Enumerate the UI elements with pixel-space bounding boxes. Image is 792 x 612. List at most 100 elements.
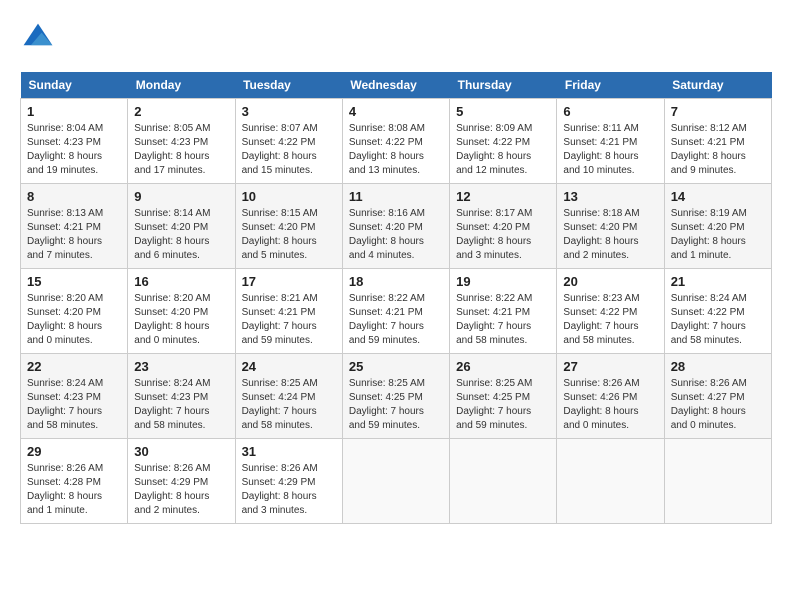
day-number: 31 [242, 444, 336, 459]
calendar-cell: 29Sunrise: 8:26 AMSunset: 4:28 PMDayligh… [21, 439, 128, 524]
calendar-cell: 28 Sunrise: 8:26 AMSunset: 4:27 PMDayligh… [664, 354, 771, 439]
header-thursday: Thursday [450, 72, 557, 99]
day-number: 18 [349, 274, 443, 289]
day-number: 30 [134, 444, 228, 459]
day-info: Sunrise: 8:26 AMSunset: 4:28 PMDaylight:… [27, 462, 121, 518]
calendar-week-4: 22 Sunrise: 8:24 AMSunset: 4:23 PMDayligh… [21, 354, 772, 439]
calendar-cell: 12 Sunrise: 8:17 AMSunset: 4:20 PMDayligh… [450, 184, 557, 269]
calendar-cell: 10 Sunrise: 8:15 AMSunset: 4:20 PMDayligh… [235, 184, 342, 269]
header-friday: Friday [557, 72, 664, 99]
day-info: Sunrise: 8:16 AMSunset: 4:20 PMDaylight:… [349, 207, 443, 263]
day-number: 8 [27, 189, 121, 204]
calendar-cell [342, 439, 449, 524]
calendar-week-2: 8 Sunrise: 8:13 AMSunset: 4:21 PMDaylight… [21, 184, 772, 269]
calendar-cell [450, 439, 557, 524]
calendar-cell: 7 Sunrise: 8:12 AMSunset: 4:21 PMDaylight… [664, 99, 771, 184]
calendar-cell: 26 Sunrise: 8:25 AMSunset: 4:25 PMDayligh… [450, 354, 557, 439]
day-info: Sunrise: 8:20 AMSunset: 4:20 PMDaylight:… [27, 292, 121, 348]
day-info: Sunrise: 8:19 AMSunset: 4:20 PMDaylight:… [671, 207, 765, 263]
calendar-cell: 23Sunrise: 8:24 AMSunset: 4:23 PMDayligh… [128, 354, 235, 439]
day-number: 25 [349, 359, 443, 374]
header-monday: Monday [128, 72, 235, 99]
day-info: Sunrise: 8:15 AMSunset: 4:20 PMDaylight:… [242, 207, 336, 263]
day-info: Sunrise: 8:04 AMSunset: 4:23 PMDaylight:… [27, 122, 121, 178]
day-info: Sunrise: 8:26 AMSunset: 4:26 PMDaylight:… [563, 377, 657, 433]
day-number: 7 [671, 104, 765, 119]
day-info: Sunrise: 8:08 AMSunset: 4:22 PMDaylight:… [349, 122, 443, 178]
day-number: 15 [27, 274, 121, 289]
calendar-body: 1 Sunrise: 8:04 AMSunset: 4:23 PMDaylight… [21, 99, 772, 524]
page-header [20, 20, 772, 56]
day-number: 26 [456, 359, 550, 374]
day-number: 20 [563, 274, 657, 289]
calendar-cell: 31 Sunrise: 8:26 AMSunset: 4:29 PMDayligh… [235, 439, 342, 524]
calendar-cell [664, 439, 771, 524]
day-info: Sunrise: 8:22 AMSunset: 4:21 PMDaylight:… [349, 292, 443, 348]
calendar-cell: 9 Sunrise: 8:14 AMSunset: 4:20 PMDaylight… [128, 184, 235, 269]
calendar-cell: 2 Sunrise: 8:05 AMSunset: 4:23 PMDaylight… [128, 99, 235, 184]
calendar-cell: 5 Sunrise: 8:09 AMSunset: 4:22 PMDaylight… [450, 99, 557, 184]
calendar-week-5: 29Sunrise: 8:26 AMSunset: 4:28 PMDayligh… [21, 439, 772, 524]
calendar-cell: 16Sunrise: 8:20 AMSunset: 4:20 PMDayligh… [128, 269, 235, 354]
day-info: Sunrise: 8:23 AMSunset: 4:22 PMDaylight:… [563, 292, 657, 348]
calendar-cell: 20 Sunrise: 8:23 AMSunset: 4:22 PMDayligh… [557, 269, 664, 354]
day-number: 19 [456, 274, 550, 289]
header-sunday: Sunday [21, 72, 128, 99]
calendar-cell: 21Sunrise: 8:24 AMSunset: 4:22 PMDayligh… [664, 269, 771, 354]
day-info: Sunrise: 8:05 AMSunset: 4:23 PMDaylight:… [134, 122, 228, 178]
day-number: 16 [134, 274, 228, 289]
calendar-cell: 11Sunrise: 8:16 AMSunset: 4:20 PMDayligh… [342, 184, 449, 269]
day-number: 24 [242, 359, 336, 374]
calendar-cell: 13Sunrise: 8:18 AMSunset: 4:20 PMDayligh… [557, 184, 664, 269]
day-number: 13 [563, 189, 657, 204]
day-info: Sunrise: 8:26 AMSunset: 4:29 PMDaylight:… [134, 462, 228, 518]
calendar-cell: 4 Sunrise: 8:08 AMSunset: 4:22 PMDaylight… [342, 99, 449, 184]
calendar-cell [557, 439, 664, 524]
day-info: Sunrise: 8:25 AMSunset: 4:25 PMDaylight:… [349, 377, 443, 433]
day-info: Sunrise: 8:09 AMSunset: 4:22 PMDaylight:… [456, 122, 550, 178]
header-wednesday: Wednesday [342, 72, 449, 99]
day-number: 10 [242, 189, 336, 204]
day-info: Sunrise: 8:24 AMSunset: 4:23 PMDaylight:… [27, 377, 121, 433]
day-number: 17 [242, 274, 336, 289]
day-info: Sunrise: 8:17 AMSunset: 4:20 PMDaylight:… [456, 207, 550, 263]
day-info: Sunrise: 8:26 AMSunset: 4:29 PMDaylight:… [242, 462, 336, 518]
calendar-cell: 22 Sunrise: 8:24 AMSunset: 4:23 PMDayligh… [21, 354, 128, 439]
day-number: 27 [563, 359, 657, 374]
calendar-header-row: SundayMondayTuesdayWednesdayThursdayFrid… [21, 72, 772, 99]
day-number: 2 [134, 104, 228, 119]
day-info: Sunrise: 8:07 AMSunset: 4:22 PMDaylight:… [242, 122, 336, 178]
calendar-cell: 19Sunrise: 8:22 AMSunset: 4:21 PMDayligh… [450, 269, 557, 354]
header-tuesday: Tuesday [235, 72, 342, 99]
day-number: 4 [349, 104, 443, 119]
day-info: Sunrise: 8:13 AMSunset: 4:21 PMDaylight:… [27, 207, 121, 263]
header-saturday: Saturday [664, 72, 771, 99]
day-number: 22 [27, 359, 121, 374]
calendar-cell: 1 Sunrise: 8:04 AMSunset: 4:23 PMDaylight… [21, 99, 128, 184]
day-number: 3 [242, 104, 336, 119]
day-info: Sunrise: 8:24 AMSunset: 4:23 PMDaylight:… [134, 377, 228, 433]
day-number: 9 [134, 189, 228, 204]
calendar-cell: 3 Sunrise: 8:07 AMSunset: 4:22 PMDaylight… [235, 99, 342, 184]
calendar-cell: 30 Sunrise: 8:26 AMSunset: 4:29 PMDayligh… [128, 439, 235, 524]
day-info: Sunrise: 8:11 AMSunset: 4:21 PMDaylight:… [563, 122, 657, 178]
calendar-cell: 15 Sunrise: 8:20 AMSunset: 4:20 PMDayligh… [21, 269, 128, 354]
day-info: Sunrise: 8:25 AMSunset: 4:25 PMDaylight:… [456, 377, 550, 433]
day-info: Sunrise: 8:21 AMSunset: 4:21 PMDaylight:… [242, 292, 336, 348]
day-number: 1 [27, 104, 121, 119]
calendar-cell: 8 Sunrise: 8:13 AMSunset: 4:21 PMDaylight… [21, 184, 128, 269]
calendar-cell: 6 Sunrise: 8:11 AMSunset: 4:21 PMDaylight… [557, 99, 664, 184]
day-number: 5 [456, 104, 550, 119]
day-info: Sunrise: 8:25 AMSunset: 4:24 PMDaylight:… [242, 377, 336, 433]
day-number: 12 [456, 189, 550, 204]
day-info: Sunrise: 8:12 AMSunset: 4:21 PMDaylight:… [671, 122, 765, 178]
calendar-week-3: 15 Sunrise: 8:20 AMSunset: 4:20 PMDayligh… [21, 269, 772, 354]
day-info: Sunrise: 8:14 AMSunset: 4:20 PMDaylight:… [134, 207, 228, 263]
day-number: 6 [563, 104, 657, 119]
logo [20, 20, 60, 56]
calendar-table: SundayMondayTuesdayWednesdayThursdayFrid… [20, 72, 772, 524]
day-info: Sunrise: 8:26 AMSunset: 4:27 PMDaylight:… [671, 377, 765, 433]
day-info: Sunrise: 8:24 AMSunset: 4:22 PMDaylight:… [671, 292, 765, 348]
calendar-cell: 18 Sunrise: 8:22 AMSunset: 4:21 PMDayligh… [342, 269, 449, 354]
day-number: 28 [671, 359, 765, 374]
